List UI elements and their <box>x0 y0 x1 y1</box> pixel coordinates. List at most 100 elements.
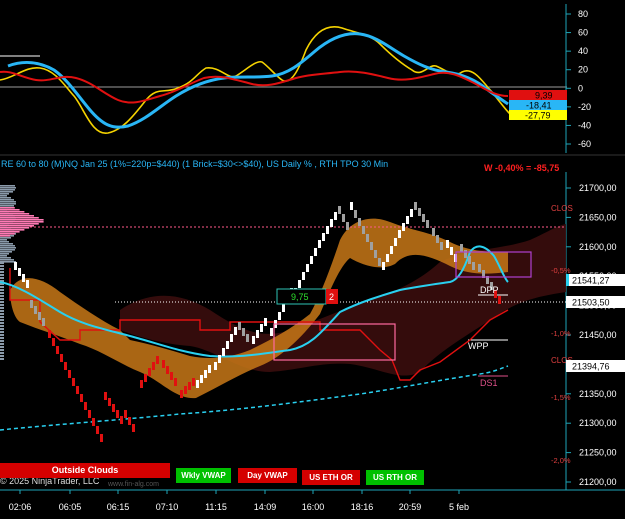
renko-brick <box>426 220 429 228</box>
renko-brick <box>14 262 17 270</box>
us-rth-or-button[interactable]: US RTH OR <box>366 470 424 485</box>
renko-brick <box>34 306 37 314</box>
profile-bar <box>0 316 4 318</box>
renko-brick <box>334 212 337 220</box>
price-badge-vwap: 21394,76 <box>566 360 625 372</box>
profile-bar <box>0 292 4 294</box>
badge-blue: -18,41 <box>509 100 567 111</box>
renko-brick <box>96 426 99 434</box>
profile-bar <box>0 253 9 255</box>
renko-brick <box>238 322 241 330</box>
profile-bar <box>0 274 4 276</box>
renko-brick <box>230 334 233 342</box>
renko-brick <box>260 324 263 332</box>
renko-brick <box>222 348 225 356</box>
profile-bar-value-area <box>0 213 30 215</box>
profile-bar <box>0 265 4 267</box>
renko-brick <box>402 223 405 231</box>
price-tick-label: 21600,00 <box>579 242 617 252</box>
renko-brick <box>152 362 155 370</box>
badge-red-text: 9,39 <box>535 91 553 101</box>
renko-brick <box>184 386 187 394</box>
renko-brick <box>270 328 273 336</box>
renko-brick <box>170 372 173 380</box>
profile-bar <box>0 205 14 207</box>
day-vwap-button[interactable]: Day VWAP <box>238 468 297 483</box>
renko-brick <box>132 424 135 432</box>
renko-brick <box>92 418 95 426</box>
renko-brick <box>112 404 115 412</box>
price-badge-last-text: 21503,50 <box>572 298 610 308</box>
renko-brick <box>196 380 199 388</box>
profile-bar-value-area <box>0 217 39 219</box>
renko-brick <box>362 226 365 234</box>
renko-brick <box>30 300 33 308</box>
price-badge-cyan-ma: 21541,27 <box>566 274 625 286</box>
renko-brick <box>218 355 221 363</box>
renko-brick <box>166 366 169 374</box>
profile-bar <box>0 189 15 191</box>
profile-bar <box>0 352 4 354</box>
price-badge-last: 21503,50 <box>566 296 625 308</box>
renko-brick <box>242 328 245 336</box>
renko-brick <box>446 240 449 248</box>
profile-bar <box>0 337 4 339</box>
renko-brick <box>22 274 25 282</box>
renko-brick <box>450 247 453 255</box>
renko-brick <box>84 402 87 410</box>
osc-tick-label: 20 <box>578 65 588 75</box>
time-tick-label: 20:59 <box>399 502 422 512</box>
profile-bar <box>0 255 7 257</box>
profile-bar <box>0 304 4 306</box>
renko-brick <box>318 240 321 248</box>
renko-brick <box>478 264 481 272</box>
renko-brick <box>386 254 389 262</box>
profile-bar <box>0 243 13 245</box>
time-tick-label: 5 feb <box>449 502 469 512</box>
profile-bar-value-area <box>0 225 34 227</box>
renko-brick <box>64 362 67 370</box>
us-eth-or-button[interactable]: US ETH OR <box>302 470 360 485</box>
profile-bar <box>0 197 11 199</box>
renko-brick <box>370 242 373 250</box>
renko-brick <box>116 410 119 418</box>
renko-brick <box>124 410 127 418</box>
profile-bar <box>0 185 15 187</box>
renko-brick <box>432 228 435 236</box>
renko-brick <box>390 246 393 254</box>
renko-brick <box>422 214 425 222</box>
price-tick-label: 21700,00 <box>579 183 617 193</box>
renko-brick <box>88 410 91 418</box>
percent-label-1: -0,5% <box>551 266 571 275</box>
price-tick-label: 21250,00 <box>579 448 617 458</box>
renko-brick <box>226 341 229 349</box>
percent-label-3: -1,5% <box>551 393 571 402</box>
renko-brick <box>310 256 313 264</box>
chart-canvas[interactable]: 80 60 40 20 0 -20 -40 -60 9,39 -18,41 -27,79 RE… <box>0 0 625 519</box>
renko-brick <box>326 226 329 234</box>
wkly-vwap-button[interactable]: Wkly VWAP <box>176 468 231 483</box>
renko-brick <box>298 280 301 288</box>
renko-brick <box>234 327 237 335</box>
time-tick-label: 11:15 <box>205 502 227 512</box>
time-tick-label: 07:10 <box>156 502 179 512</box>
profile-bar <box>0 245 15 247</box>
renko-brick <box>398 230 401 238</box>
renko-brick <box>264 318 267 326</box>
renko-brick <box>148 368 151 376</box>
osc-tick-label: -60 <box>578 139 591 149</box>
ds1-label: DS1 <box>480 378 498 388</box>
renko-brick <box>52 338 55 346</box>
profile-bar <box>0 187 16 189</box>
profile-bar-value-area <box>0 233 15 235</box>
renko-brick <box>38 312 41 320</box>
profile-bar <box>0 355 4 357</box>
renko-brick <box>436 235 439 243</box>
renko-brick <box>204 370 207 378</box>
profile-bar-value-area <box>0 227 30 229</box>
renko-brick <box>208 365 211 373</box>
profile-bar <box>0 313 4 315</box>
profile-bar <box>0 277 4 279</box>
price-tick-label: 21350,00 <box>579 389 617 399</box>
outside-clouds-button[interactable]: Outside Clouds <box>0 463 170 478</box>
